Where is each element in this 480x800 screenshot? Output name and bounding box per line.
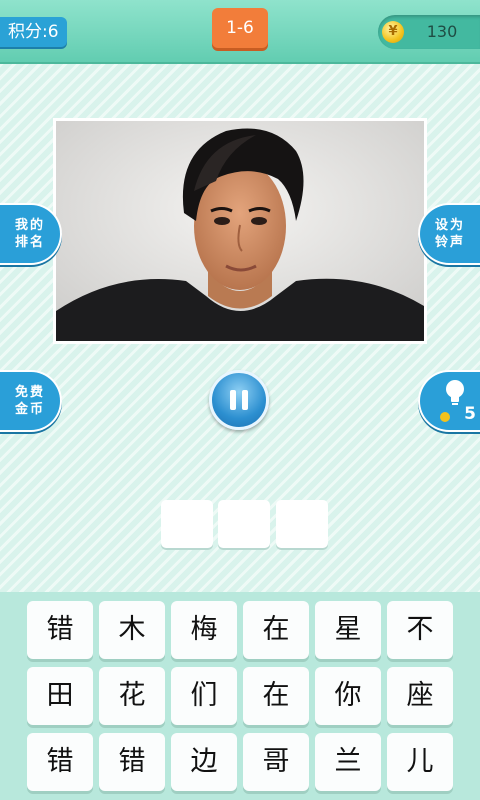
character-keyboard: 错 木 梅 在 星 不 田 花 们 在 你 座 错 错 边 哥 兰 儿 xyxy=(0,592,480,800)
answer-slot[interactable] xyxy=(276,500,328,548)
pause-icon xyxy=(230,390,236,410)
char-key[interactable]: 花 xyxy=(99,667,165,725)
pause-icon-bar xyxy=(242,390,248,410)
hint-button[interactable]: 5 xyxy=(418,370,480,432)
char-key[interactable]: 儿 xyxy=(387,733,453,791)
my-rank-label: 我的排名 xyxy=(15,218,46,250)
free-coins-button[interactable]: 免费金币 xyxy=(0,370,62,432)
char-key[interactable]: 兰 xyxy=(315,733,381,791)
answer-slot[interactable] xyxy=(161,500,213,548)
hint-count: 5 xyxy=(464,404,478,424)
char-key[interactable]: 们 xyxy=(171,667,237,725)
hint-coin-icon xyxy=(440,412,450,422)
char-key[interactable]: 错 xyxy=(99,733,165,791)
level-indicator: 1-6 xyxy=(212,8,268,48)
char-key[interactable]: 田 xyxy=(27,667,93,725)
coin-balance[interactable]: ¥ 130 xyxy=(378,15,480,49)
char-key[interactable]: 你 xyxy=(315,667,381,725)
char-key[interactable]: 星 xyxy=(315,601,381,659)
score-badge: 积分:6 xyxy=(0,17,67,47)
set-ringtone-label: 设为铃声 xyxy=(435,218,466,250)
char-key[interactable]: 在 xyxy=(243,667,309,725)
char-key[interactable]: 在 xyxy=(243,601,309,659)
char-key[interactable]: 边 xyxy=(171,733,237,791)
char-key[interactable]: 木 xyxy=(99,601,165,659)
my-rank-button[interactable]: 我的排名 xyxy=(0,203,62,265)
portrait-image xyxy=(56,121,424,341)
char-key[interactable]: 梅 xyxy=(171,601,237,659)
coin-count: 130 xyxy=(426,22,458,41)
char-key[interactable]: 座 xyxy=(387,667,453,725)
char-key[interactable]: 错 xyxy=(27,733,93,791)
coin-icon: ¥ xyxy=(382,21,404,43)
top-bar: 积分:6 1-6 ¥ 130 xyxy=(0,0,480,64)
pause-button[interactable] xyxy=(209,370,269,430)
set-ringtone-button[interactable]: 设为铃声 xyxy=(418,203,480,265)
char-key[interactable]: 哥 xyxy=(243,733,309,791)
char-key[interactable]: 不 xyxy=(387,601,453,659)
char-key[interactable]: 错 xyxy=(27,601,93,659)
answer-slot[interactable] xyxy=(218,500,270,548)
free-coins-label: 免费金币 xyxy=(15,385,46,417)
quiz-photo xyxy=(53,118,427,344)
